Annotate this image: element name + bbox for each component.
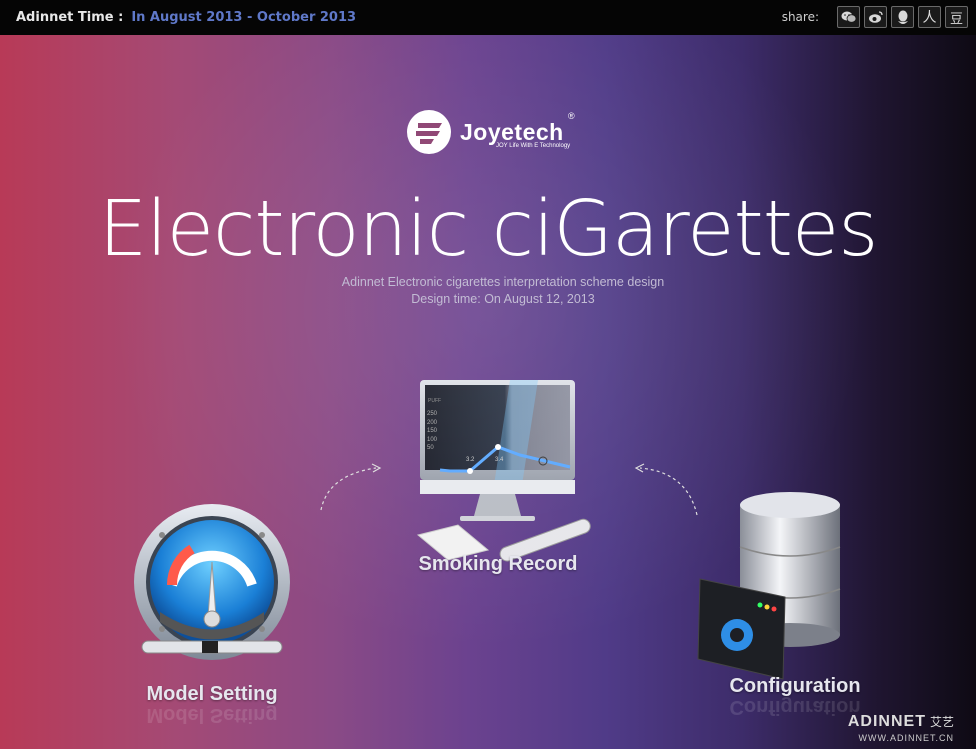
watermark-cn: 艾艺 bbox=[929, 715, 954, 729]
chart-unit: PUFF bbox=[428, 398, 442, 404]
brand-tagline: JOY Life With E Technology bbox=[496, 143, 571, 149]
brand-name: Joyetech bbox=[460, 118, 564, 145]
model-setting-reflection: Model Setting bbox=[146, 704, 278, 726]
adinnet-watermark: ADINNET 艾艺 WWW.ADINNET.CN bbox=[848, 713, 954, 743]
renren-glyph: 人 bbox=[922, 10, 937, 26]
y-tick: 250 bbox=[427, 411, 438, 417]
y-tick: 150 bbox=[427, 428, 438, 434]
design-date: Design time: On August 12, 2013 bbox=[411, 292, 595, 306]
x-tick: 3.2 bbox=[466, 457, 475, 463]
share-bar: share: 人 豆 bbox=[782, 6, 968, 28]
smoking-record-label[interactable]: Smoking Record bbox=[398, 553, 598, 576]
hero-section: Joyetech ® JOY Life With E Technology El… bbox=[0, 35, 976, 749]
time-range: In August 2013 - October 2013 bbox=[131, 10, 357, 25]
weibo-icon[interactable] bbox=[864, 6, 887, 28]
arrow-right-icon bbox=[634, 463, 698, 516]
top-bar: Adinnet Time : In August 2013 - October … bbox=[0, 0, 976, 35]
y-tick: 100 bbox=[427, 436, 438, 443]
chart-y-ticks: 250 200 150 100 50 bbox=[427, 410, 437, 453]
douban-glyph: 豆 bbox=[949, 11, 963, 27]
arrow-left-icon bbox=[320, 463, 382, 511]
joyetech-logo: Joyetech ® JOY Life With E Technology bbox=[406, 109, 575, 155]
page-subtitle: Adinnet Electronic cigarettes interpreta… bbox=[341, 275, 665, 289]
registered-mark: ® bbox=[568, 111, 575, 121]
douban-icon[interactable]: 豆 bbox=[945, 6, 968, 28]
joyetech-logo-icon bbox=[407, 110, 451, 154]
qq-icon[interactable] bbox=[891, 6, 914, 28]
y-tick: 50 bbox=[427, 445, 434, 451]
page-title: Electronic ciGarettes bbox=[98, 185, 879, 274]
watermark-url: WWW.ADINNET.CN bbox=[858, 733, 954, 743]
database-illustration bbox=[697, 492, 841, 680]
share-label: share: bbox=[781, 10, 819, 24]
renren-icon[interactable]: 人 bbox=[918, 6, 941, 28]
gauge-illustration bbox=[134, 504, 290, 660]
monitor-illustration bbox=[416, 380, 591, 562]
wechat-icon[interactable] bbox=[837, 6, 860, 28]
watermark-name: ADINNET bbox=[847, 713, 926, 730]
y-tick: 200 bbox=[427, 419, 438, 426]
time-label: Adinnet Time : bbox=[16, 10, 124, 25]
x-tick: 3.4 bbox=[495, 457, 504, 463]
